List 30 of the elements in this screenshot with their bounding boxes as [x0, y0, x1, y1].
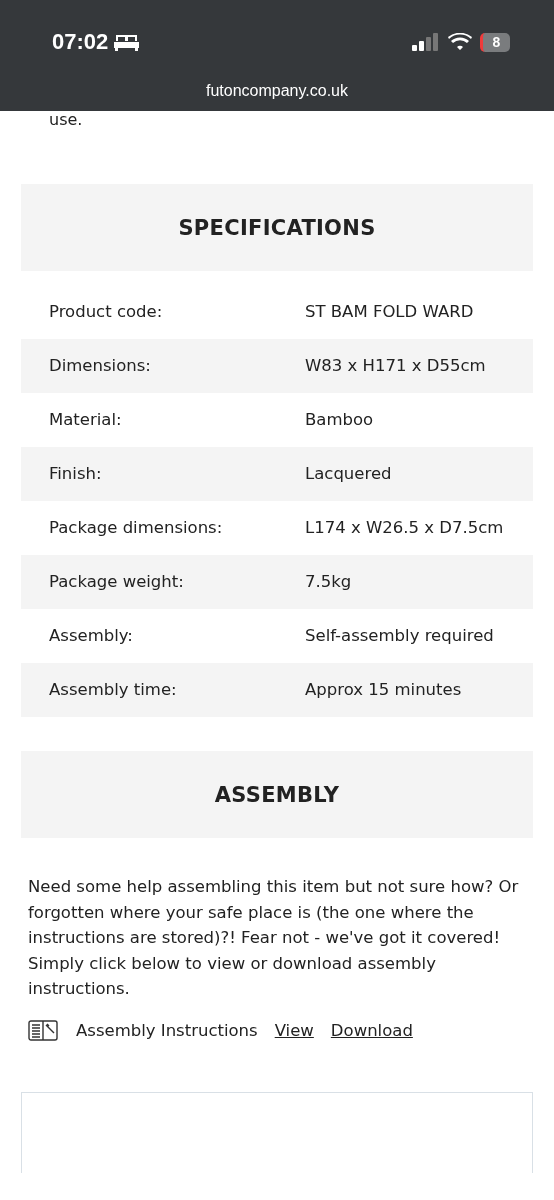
bed-icon — [114, 33, 140, 51]
section-heading: SPECIFICATIONS — [21, 184, 533, 271]
document-label: Assembly Instructions — [76, 1021, 258, 1040]
spec-label: Package dimensions: — [49, 517, 224, 539]
paragraph-text: use. — [48, 111, 84, 129]
spec-label: Assembly: — [49, 625, 134, 647]
spec-value: Approx 15 minutes — [305, 679, 463, 701]
document-link[interactable]: View — [274, 1021, 314, 1040]
signal-icon — [412, 33, 440, 51]
spec-value: Lacquered — [305, 463, 393, 485]
battery-level: 8 — [480, 32, 510, 52]
spec-label: Product code: — [49, 301, 164, 323]
spec-label: Finish: — [49, 463, 103, 485]
spec-label: Material: — [49, 409, 123, 431]
spec-value: ST BAM FOLD WARD — [305, 301, 475, 323]
section-heading: ASSEMBLY — [21, 751, 533, 838]
spec-value: L174 x W26.5 x D7.5cm — [305, 517, 505, 539]
assembly-description: Need some help assembling this item but not sure how? Or forgotten where your safe place is (the one where the instructions are stored)?! Fear not - we've got it covered! Simply click below to view or download assembly instructions. — [28, 876, 520, 1000]
address-bar-url[interactable]: futoncompany.co.uk — [0, 82, 554, 100]
status-time: 07:02 — [52, 29, 109, 55]
manual-icon — [28, 1019, 58, 1042]
spec-value: Self-assembly required — [305, 625, 495, 647]
spec-value: W83 x H171 x D55cm — [305, 355, 487, 377]
spec-value: Bamboo — [305, 409, 375, 431]
spec-value: 7.5kg — [305, 571, 353, 593]
document-link[interactable]: Download — [330, 1021, 413, 1040]
spec-label: Assembly time: — [49, 679, 178, 701]
spec-label: Dimensions: — [49, 355, 152, 377]
wifi-icon — [448, 33, 472, 51]
spec-label: Package weight: — [49, 571, 185, 593]
